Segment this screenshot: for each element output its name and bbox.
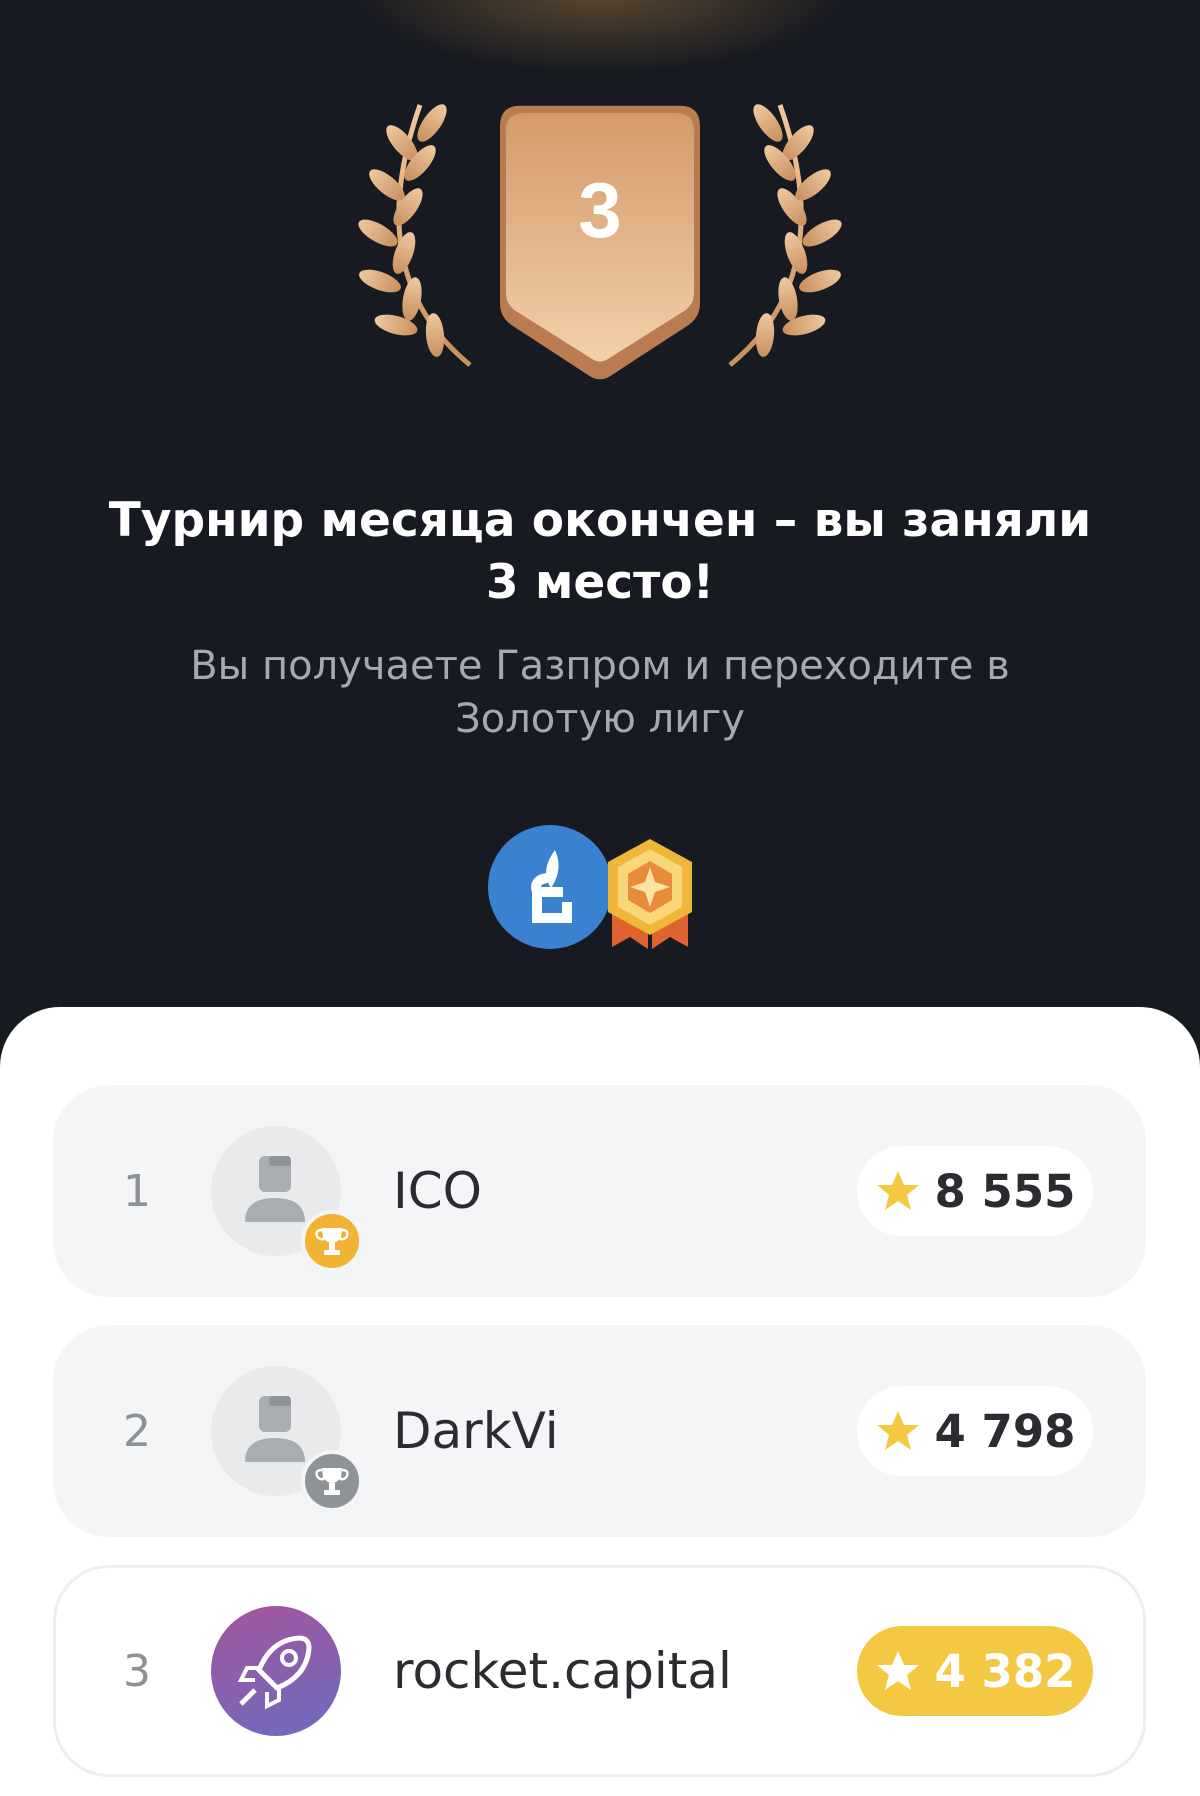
gazprom-logo-icon [488,825,612,949]
result-subtitle: Вы получаете Газпром и переходите в Золо… [190,643,1010,742]
laurel-left-icon [358,104,472,367]
star-icon [876,1171,919,1210]
rewards [485,822,705,962]
leaderboard-row[interactable]: 1 ICO 8 555 [53,1085,1146,1297]
silver-trophy-icon [301,1450,363,1512]
leaderboard-sheet: 1 ICO 8 555 2 DarkVi 4 798 3 rocket.capi… [0,1007,1200,1796]
gold-league-badge-icon [608,839,692,949]
player-name: rocket.capital [393,1642,732,1700]
score-value: 4 798 [934,1404,1076,1458]
result-hero: 3 Турнир месяца окончен – вы заняли 3 ме… [0,0,1200,1040]
score-pill: 4 798 [857,1386,1093,1476]
player-name: ICO [393,1162,483,1220]
score-pill: 4 382 [857,1626,1093,1716]
leaderboard-row-current-user[interactable]: 3 rocket.capital 4 382 [53,1565,1146,1777]
rank-number: 2 [123,1405,151,1457]
star-icon [876,1651,919,1690]
player-name: DarkVi [393,1402,559,1460]
score-value: 8 555 [934,1164,1076,1218]
rocket-icon [237,1635,312,1710]
place-number: 3 [578,166,621,254]
result-title: Турнир месяца окончен – вы заняли 3 мест… [108,493,1092,610]
star-icon [876,1411,919,1450]
gold-trophy-icon [301,1210,363,1272]
score-pill: 8 555 [857,1146,1093,1236]
avatar [211,1606,341,1736]
rank-number: 1 [123,1165,151,1217]
rank-number: 3 [123,1645,151,1697]
place-award: 3 [358,104,842,380]
leaderboard-row[interactable]: 2 DarkVi 4 798 [53,1325,1146,1537]
score-value: 4 382 [934,1644,1076,1698]
laurel-right-icon [728,104,842,367]
